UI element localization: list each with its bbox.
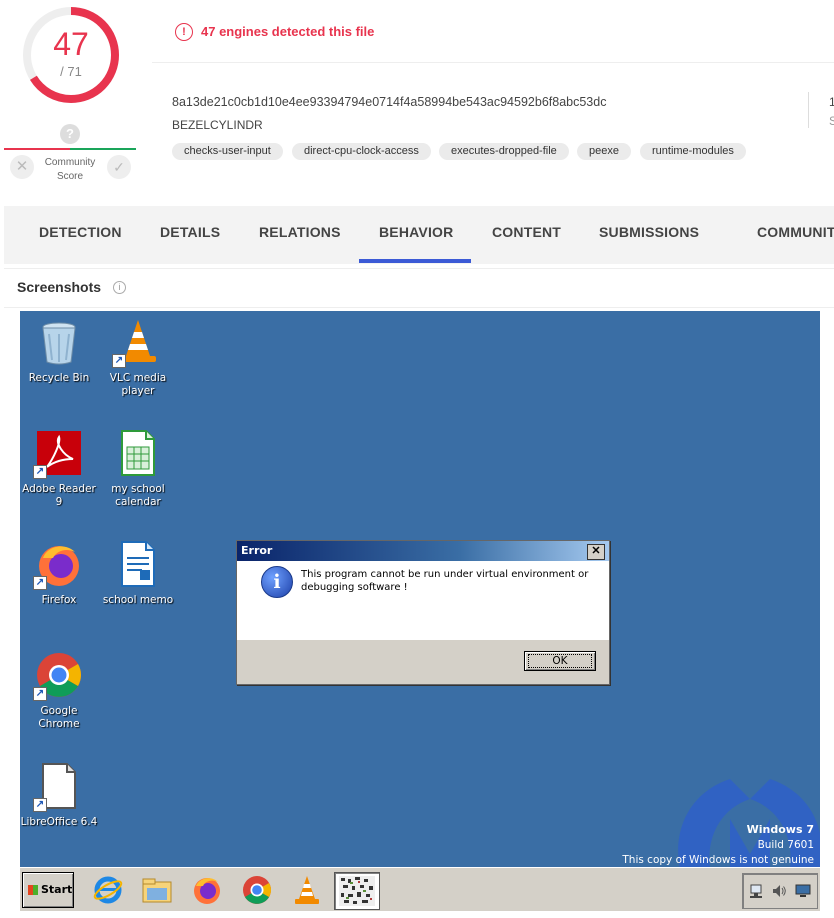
windows-build: Build 7601 bbox=[757, 839, 814, 851]
tag[interactable]: executes-dropped-file bbox=[439, 143, 569, 160]
desktop-icon-label: Google Chrome bbox=[38, 705, 80, 730]
close-icon[interactable]: ✕ bbox=[587, 544, 605, 560]
detection-total: / 71 bbox=[60, 64, 82, 79]
label-line: player bbox=[121, 385, 155, 397]
file-explorer-icon[interactable] bbox=[141, 874, 173, 906]
shortcut-arrow-icon: ↗ bbox=[33, 798, 47, 812]
tag[interactable]: runtime-modules bbox=[640, 143, 746, 160]
start-button[interactable]: Start bbox=[22, 872, 74, 908]
dialog-message: This program cannot be run under virtual… bbox=[301, 569, 589, 593]
shortcut-arrow-icon: ↗ bbox=[33, 687, 47, 701]
tab-details[interactable]: DETAILS bbox=[160, 224, 220, 240]
windows-version: Windows 7 bbox=[746, 823, 814, 836]
info-icon[interactable]: i bbox=[113, 281, 126, 294]
chrome-icon[interactable] bbox=[241, 874, 273, 906]
tag[interactable]: direct-cpu-clock-access bbox=[292, 143, 431, 160]
network-icon[interactable] bbox=[749, 883, 765, 899]
shortcut-arrow-icon: ↗ bbox=[112, 354, 126, 368]
community-question-icon: ? bbox=[60, 124, 80, 144]
label-line: my school bbox=[111, 483, 165, 495]
desktop-icon-libreoffice[interactable]: ↗ LibreOffice 6.4 bbox=[20, 762, 99, 829]
detection-summary: 47 engines detected this file bbox=[201, 24, 375, 39]
desktop-icon-label: Adobe Reader 9 bbox=[20, 483, 99, 509]
active-program-button[interactable] bbox=[334, 872, 380, 910]
system-tray bbox=[742, 873, 818, 909]
vote-harmless-button[interactable]: ✓ bbox=[107, 155, 131, 179]
desktop-icon-label: Recycle Bin bbox=[28, 372, 90, 384]
vlc-icon[interactable] bbox=[291, 874, 323, 906]
desktop-icon-vlc[interactable]: ↗ VLC media player bbox=[98, 318, 178, 398]
desktop-icon-label: Firefox bbox=[41, 594, 77, 606]
community-label-line2: Score bbox=[56, 171, 84, 182]
desktop-icon-my-school-calendar[interactable]: my school calendar bbox=[98, 429, 178, 509]
file-name: BEZELCYLINDR bbox=[172, 118, 263, 132]
community-score-bar bbox=[4, 148, 136, 150]
desktop-icon-google-chrome[interactable]: ↗ Google Chrome bbox=[20, 651, 99, 731]
vote-harmful-button[interactable]: ✕ bbox=[10, 155, 34, 179]
tag[interactable]: peexe bbox=[577, 143, 631, 160]
spreadsheet-icon bbox=[121, 430, 155, 476]
taskbar: Start bbox=[20, 867, 820, 911]
dialog-titlebar[interactable] bbox=[237, 541, 609, 561]
tab-behavior[interactable]: BEHAVIOR bbox=[379, 224, 453, 240]
desktop-icon-label: VLC media player bbox=[98, 372, 178, 398]
tag[interactable]: checks-user-input bbox=[172, 143, 283, 160]
focus-ring bbox=[528, 654, 592, 668]
active-tab-indicator bbox=[359, 259, 471, 263]
screenshots-header bbox=[4, 268, 834, 308]
file-size-value: 1 bbox=[829, 95, 834, 109]
firefox-icon[interactable] bbox=[191, 874, 223, 906]
internet-explorer-icon[interactable] bbox=[92, 874, 124, 906]
document-icon bbox=[121, 541, 155, 587]
label-line: calendar bbox=[115, 496, 161, 508]
desktop-icon-adobe-reader[interactable]: ↗ Adobe Reader 9 bbox=[20, 429, 99, 509]
desktop-icon-label: school memo bbox=[102, 594, 174, 606]
tab-community[interactable]: COMMUNIT bbox=[757, 224, 834, 240]
recycle-bin-icon bbox=[42, 322, 76, 365]
volume-icon[interactable] bbox=[771, 883, 787, 899]
tab-relations[interactable]: RELATIONS bbox=[259, 224, 341, 240]
tab-content[interactable]: CONTENT bbox=[492, 224, 561, 240]
display-icon[interactable] bbox=[795, 883, 811, 899]
file-size-label: S bbox=[829, 114, 834, 128]
divider bbox=[808, 92, 809, 128]
windows-genuine-notice: This copy of Windows is not genuine bbox=[622, 854, 814, 866]
label-line: Adobe Reader bbox=[22, 483, 96, 495]
desktop-icon-school-memo[interactable]: school memo bbox=[98, 540, 178, 607]
error-dialog: Error ✕ i This program cannot be run und… bbox=[236, 540, 610, 685]
community-label-line1: Community bbox=[44, 157, 96, 168]
info-icon: i bbox=[261, 566, 293, 598]
desktop-icon-recycle-bin[interactable]: Recycle Bin bbox=[20, 318, 99, 385]
shortcut-arrow-icon: ↗ bbox=[33, 576, 47, 590]
tab-submissions[interactable]: SUBMISSIONS bbox=[599, 224, 699, 240]
community-score-label: Community Score bbox=[38, 156, 102, 184]
dialog-title: Error bbox=[241, 544, 273, 557]
detection-score: 47 bbox=[53, 26, 89, 62]
label-line: 9 bbox=[55, 496, 63, 508]
windows-flag-icon bbox=[28, 885, 38, 895]
start-label: Start bbox=[41, 883, 73, 896]
desktop-icon-firefox[interactable]: ↗ Firefox bbox=[20, 540, 99, 607]
alert-icon: ! bbox=[175, 23, 193, 41]
desktop-icon-label: my school calendar bbox=[98, 483, 178, 509]
shortcut-arrow-icon: ↗ bbox=[33, 465, 47, 479]
file-hash[interactable]: 8a13de21c0cb1d10e4ee93394794e0714f4a5899… bbox=[172, 95, 606, 109]
desktop-icon-label: LibreOffice 6.4 bbox=[20, 816, 98, 828]
section-title: Screenshots bbox=[17, 279, 102, 295]
tab-detection[interactable]: DETECTION bbox=[39, 224, 122, 240]
label-line: VLC media bbox=[109, 372, 167, 384]
program-icon bbox=[339, 876, 375, 906]
desktop-screenshot: Recycle Bin ↗ VLC media player ↗ Adobe R… bbox=[20, 311, 820, 911]
